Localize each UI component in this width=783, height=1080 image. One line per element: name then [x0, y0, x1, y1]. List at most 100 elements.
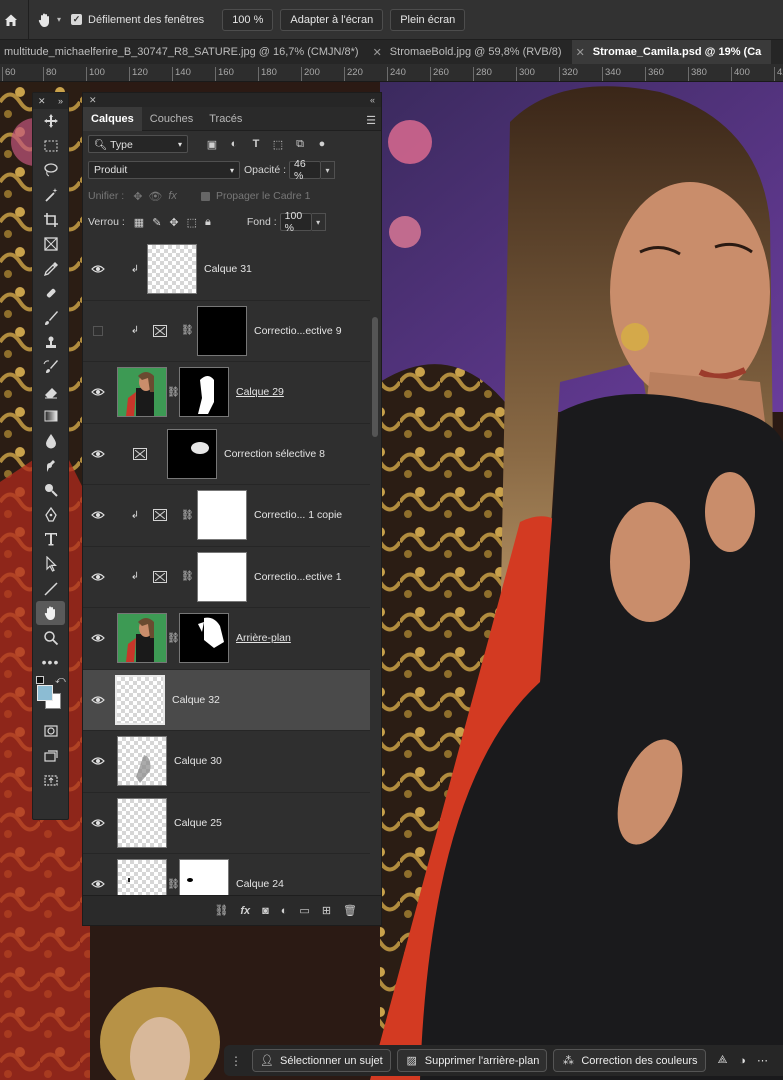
- tab-paths[interactable]: Tracés: [201, 107, 250, 131]
- layer-row[interactable]: ↲ ⛓ Correctio... 1 copie: [83, 485, 370, 547]
- remove-background-button[interactable]: ▨ Supprimer l'arrière-plan: [396, 1049, 548, 1072]
- close-icon[interactable]: ✕: [89, 95, 97, 106]
- visibility-eye-icon[interactable]: [83, 695, 113, 705]
- type-tool[interactable]: [33, 527, 68, 552]
- lasso-tool[interactable]: [33, 158, 68, 183]
- layer-row[interactable]: Correction sélective 8: [83, 423, 370, 485]
- eyedropper-tool[interactable]: [33, 257, 68, 282]
- visibility-eye-icon[interactable]: [83, 510, 113, 520]
- color-correction-button[interactable]: ⁂ Correction des couleurs: [553, 1049, 706, 1072]
- lock-transparency-icon[interactable]: ▦: [134, 216, 144, 229]
- hand-tool-preset[interactable]: ▾: [37, 12, 61, 28]
- doc-tab-3[interactable]: ✕ Stromae_Camila.psd @ 19% (Ca: [571, 40, 772, 64]
- blend-mode-select[interactable]: Produit ▾: [88, 161, 240, 179]
- image-filter-icon[interactable]: ▣: [206, 138, 218, 151]
- layer-mask-thumbnail[interactable]: [197, 305, 247, 356]
- visibility-eye-icon[interactable]: [83, 756, 113, 766]
- link-chain-icon[interactable]: ⛓: [167, 879, 180, 890]
- swap-colors-icon[interactable]: ⤺: [55, 675, 66, 686]
- chevron-down-icon[interactable]: ▾: [311, 213, 326, 231]
- layer-row[interactable]: ↲ ⛓ Correctio...ective 1: [83, 546, 370, 608]
- magic-wand-tool[interactable]: [33, 183, 68, 208]
- shape-filter-icon[interactable]: ⬚: [272, 138, 284, 151]
- opacity-input[interactable]: 46 %: [289, 158, 322, 182]
- contrast-icon[interactable]: ◑: [736, 1054, 750, 1068]
- layer-filter-select[interactable]: 🔍︎ Type ▾: [88, 135, 188, 153]
- doc-tab-2[interactable]: ✕ StromaeBold.jpg @ 59,8% (RVB/8): [369, 40, 572, 64]
- adjustment-layer-icon[interactable]: ◐: [281, 905, 288, 917]
- smudge-tool[interactable]: [33, 453, 68, 478]
- fit-screen-button[interactable]: Adapter à l'écran: [280, 8, 384, 31]
- smart-object-filter-icon[interactable]: ⧉: [294, 138, 306, 150]
- unify-visibility-icon[interactable]: 👁︎: [148, 190, 162, 203]
- layer-row[interactable]: ⛓ Calque 24: [83, 854, 370, 895]
- line-tool[interactable]: [33, 576, 68, 601]
- link-chain-icon[interactable]: ⛓: [167, 633, 180, 644]
- fx-icon[interactable]: fx: [240, 905, 250, 917]
- path-selection-tool[interactable]: [33, 552, 68, 577]
- brush-tool[interactable]: [33, 306, 68, 331]
- lock-pixels-icon[interactable]: ✎: [152, 216, 161, 229]
- lock-artboard-icon[interactable]: ⬚: [187, 216, 197, 229]
- trash-icon[interactable]: 🗑︎: [343, 904, 357, 917]
- chevron-down-icon[interactable]: ▾: [321, 161, 336, 179]
- tab-layers[interactable]: Calques: [83, 106, 142, 131]
- zoom-100-button[interactable]: 100 %: [222, 8, 274, 31]
- crop-tool[interactable]: [33, 207, 68, 232]
- transform-icon[interactable]: ⟁: [716, 1054, 730, 1068]
- layer-mask-thumbnail[interactable]: [179, 859, 229, 895]
- layer-row[interactable]: Calque 25: [83, 792, 370, 854]
- marquee-tool[interactable]: [33, 134, 68, 159]
- layer-mask-thumbnail[interactable]: [179, 367, 229, 418]
- close-icon[interactable]: ✕: [576, 46, 585, 59]
- layer-mask-thumbnail[interactable]: [179, 613, 229, 664]
- layer-row[interactable]: ⛓ Arrière-plan: [83, 608, 370, 670]
- adjustment-filter-icon[interactable]: ◐: [228, 138, 240, 150]
- visibility-eye-icon[interactable]: [83, 264, 113, 274]
- layer-row[interactable]: ↲ Calque 31: [83, 239, 370, 301]
- artboard-button[interactable]: [33, 768, 68, 793]
- unify-position-icon[interactable]: ✥: [133, 190, 142, 203]
- blur-tool[interactable]: [33, 429, 68, 454]
- eraser-tool[interactable]: [33, 380, 68, 405]
- filter-toggle-icon[interactable]: ●: [316, 138, 328, 150]
- more-tools[interactable]: •••: [33, 650, 68, 675]
- layer-row[interactable]: Calque 30: [83, 731, 370, 793]
- history-brush-tool[interactable]: [33, 355, 68, 380]
- visibility-eye-icon[interactable]: [83, 879, 113, 889]
- foreground-color-swatch[interactable]: [37, 684, 53, 701]
- new-group-icon[interactable]: ▭: [299, 904, 309, 917]
- screen-mode-button[interactable]: [33, 743, 68, 768]
- select-subject-button[interactable]: 👤︎ Sélectionner un sujet: [252, 1049, 391, 1072]
- pen-tool[interactable]: [33, 503, 68, 528]
- layer-mask-thumbnail[interactable]: [197, 490, 247, 541]
- layers-scrollbar[interactable]: [372, 317, 378, 437]
- link-chain-icon[interactable]: ⛓: [181, 571, 194, 582]
- move-tool[interactable]: [33, 109, 68, 134]
- visibility-eye-icon[interactable]: [83, 633, 113, 643]
- layer-row-selected[interactable]: Calque 32: [83, 669, 370, 731]
- lock-all-icon[interactable]: 🔒︎: [205, 216, 211, 229]
- unify-style-icon[interactable]: fx: [168, 190, 177, 202]
- fill-input[interactable]: 100 %: [279, 210, 312, 234]
- type-filter-icon[interactable]: T: [250, 138, 262, 150]
- zoom-tool[interactable]: [33, 625, 68, 650]
- clone-stamp-tool[interactable]: [33, 330, 68, 355]
- fill-screen-button[interactable]: Plein écran: [390, 8, 466, 31]
- link-chain-icon[interactable]: ⛓: [181, 325, 194, 336]
- lock-position-icon[interactable]: ✥: [169, 216, 178, 229]
- more-options-icon[interactable]: ⋯: [756, 1054, 770, 1068]
- visibility-eye-icon[interactable]: [83, 572, 113, 582]
- drag-handle-icon[interactable]: ⋮: [230, 1054, 242, 1068]
- link-chain-icon[interactable]: ⛓: [167, 387, 180, 398]
- frame-tool[interactable]: [33, 232, 68, 257]
- link-layers-icon[interactable]: ⛓: [214, 904, 228, 917]
- tab-channels[interactable]: Couches: [142, 107, 201, 131]
- propagate-checkbox[interactable]: [200, 191, 210, 201]
- panel-menu-icon[interactable]: ☰: [366, 114, 376, 127]
- scroll-all-checkbox[interactable]: ✓: [71, 14, 83, 25]
- visibility-eye-icon[interactable]: [83, 449, 113, 459]
- link-chain-icon[interactable]: ⛓: [181, 510, 194, 521]
- layer-mask-thumbnail[interactable]: [167, 428, 217, 479]
- visibility-toggle-off[interactable]: [83, 325, 113, 336]
